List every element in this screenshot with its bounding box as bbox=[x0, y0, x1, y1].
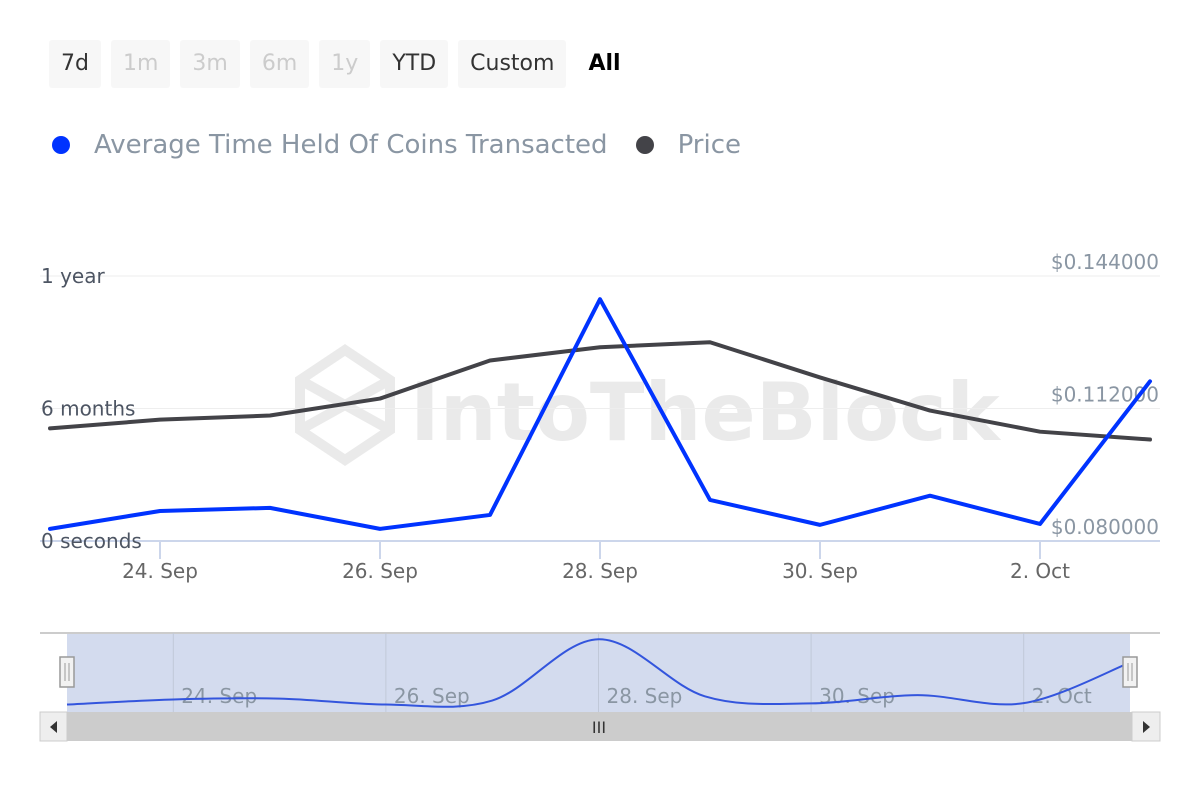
navigator-tick-label: 30. Sep bbox=[819, 684, 895, 708]
navigator: 24. Sep 26. Sep 28. Sep 30. Sep 2. OctIII bbox=[39, 632, 1161, 742]
x-tick-label: 30. Sep bbox=[782, 559, 858, 583]
scrollbar-grip[interactable]: III bbox=[592, 718, 606, 737]
x-axis: 24. Sep 26. Sep 28. Sep 30. Sep 2. Oct bbox=[40, 540, 1160, 583]
navigator-handle-left[interactable] bbox=[59, 656, 75, 688]
y-left-tick-label: 0 seconds bbox=[41, 529, 142, 553]
watermark-text: IntoTheBlock bbox=[410, 366, 1001, 459]
watermark: IntoTheBlock bbox=[295, 343, 1001, 467]
x-tick-label: 28. Sep bbox=[562, 559, 638, 583]
y-axis-right: $0.080000 $0.112000 $0.144000 bbox=[1051, 250, 1159, 539]
y-left-tick-label: 1 year bbox=[41, 264, 105, 288]
y-right-tick-label: $0.080000 bbox=[1051, 515, 1159, 539]
handle-body[interactable] bbox=[1122, 656, 1138, 688]
y-right-tick-label: $0.112000 bbox=[1051, 383, 1159, 407]
y-axis-left: 0 seconds 6 months 1 year bbox=[41, 264, 142, 553]
x-tick-label: 24. Sep bbox=[122, 559, 198, 583]
x-tick-label: 26. Sep bbox=[342, 559, 418, 583]
chart-canvas: IntoTheBlock 24. Sep 26. Sep 28. Sep 30. Se… bbox=[39, 250, 1161, 742]
y-right-tick-label: $0.144000 bbox=[1051, 250, 1159, 274]
y-left-tick-label: 6 months bbox=[41, 397, 135, 421]
navigator-handle-right[interactable] bbox=[1122, 656, 1138, 688]
navigator-tick-label: 28. Sep bbox=[607, 684, 683, 708]
x-tick-label: 2. Oct bbox=[1010, 559, 1070, 583]
navigator-tick-label: 2. Oct bbox=[1032, 684, 1092, 708]
navigator-tick-label: 24. Sep bbox=[181, 684, 257, 708]
handle-body[interactable] bbox=[59, 656, 75, 688]
